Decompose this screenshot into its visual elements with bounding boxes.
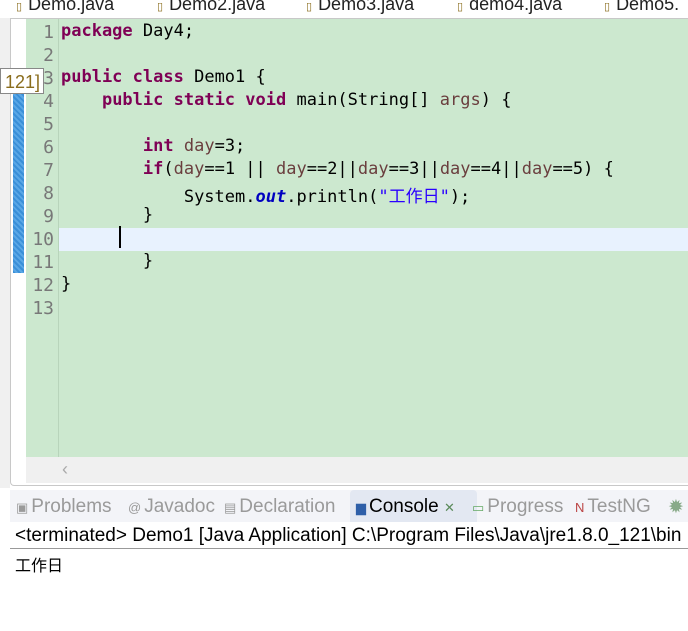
console-output: 工作日: [15, 558, 64, 575]
horizontal-scrollbar[interactable]: ‹: [26, 457, 688, 483]
current-line-highlight: [59, 228, 688, 251]
tab-label: Demo.java: [28, 0, 115, 14]
hover-tooltip: 121]: [0, 68, 44, 94]
editor-tab[interactable]: ▯ Demo5.: [604, 0, 679, 15]
code-line: }: [61, 274, 72, 294]
java-file-icon: ▯: [604, 1, 611, 13]
tab-label: demo4.java: [469, 0, 563, 14]
tab-label: Demo3.java: [318, 0, 415, 14]
editor-tab[interactable]: ▯ Demo3.java: [306, 0, 414, 15]
java-file-icon: ▯: [16, 1, 23, 13]
editor-tab[interactable]: ▯ demo4.java: [457, 0, 562, 15]
line-number: 9: [43, 206, 54, 227]
code-editor[interactable]: 1 2 3 4 5 6 7 8 9 10 11 12 13 package Da…: [10, 18, 688, 486]
at-icon: @: [128, 500, 142, 515]
tab-console[interactable]: ▆ Console ✕: [356, 496, 455, 518]
code-line: public class Demo1 {: [61, 67, 266, 87]
tab-declaration[interactable]: ▤ Declaration: [224, 496, 335, 518]
declaration-icon: ▤: [224, 500, 237, 515]
line-number: 11: [32, 252, 54, 273]
view-tab-bar: ▣ Problems @ Javadoc ▤ Declaration ▆ Console…: [10, 490, 688, 522]
text-caret: [119, 226, 121, 248]
line-number: 5: [43, 114, 54, 135]
code-line: System.out.println("工作日");: [183, 187, 471, 207]
tab-problems[interactable]: ▣ Problems: [16, 496, 112, 518]
code-area[interactable]: 1 2 3 4 5 6 7 8 9 10 11 12 13 package Da…: [26, 19, 688, 457]
code-line: package Day4;: [61, 21, 195, 41]
close-icon[interactable]: ✕: [444, 500, 455, 515]
line-number: 7: [43, 160, 54, 181]
line-number: 1: [43, 22, 54, 43]
java-file-icon: ▯: [157, 1, 164, 13]
line-number: 13: [32, 298, 54, 319]
java-file-icon: ▯: [306, 1, 313, 13]
console-header: <terminated> Demo1 [Java Application] C:…: [10, 522, 688, 549]
code-line: public static void main(String[] args) {: [101, 90, 512, 110]
line-number: 10: [32, 229, 54, 250]
editor-tab[interactable]: ▯ Demo2.java: [157, 0, 265, 15]
console-icon: ▆: [356, 500, 366, 515]
tab-label: Demo5.: [616, 0, 680, 14]
change-marker-bar: [13, 89, 24, 273]
tab-progress[interactable]: ▭ Progress: [472, 496, 563, 518]
progress-icon: ▭: [472, 500, 485, 515]
problems-icon: ▣: [16, 500, 29, 515]
editor-tab[interactable]: ▯ Demo.java: [16, 0, 114, 15]
line-number: 6: [43, 137, 54, 158]
code-line: }: [142, 205, 154, 225]
code-line: if(day==1 || day==2||day==3||day==4||day…: [142, 159, 614, 179]
tab-label: Demo2.java: [169, 0, 266, 14]
java-file-icon: ▯: [457, 1, 464, 13]
code-line: int day=3;: [142, 136, 246, 156]
tab-testng[interactable]: N TestNG: [575, 496, 651, 518]
line-number: 8: [43, 183, 54, 204]
scroll-left-icon[interactable]: ‹: [62, 459, 68, 480]
code-line: }: [142, 251, 154, 271]
line-number: 2: [43, 45, 54, 66]
editor-tab-bar: ▯ Demo.java ▯ Demo2.java ▯ Demo3.java ▯ demo…: [0, 0, 688, 18]
debug-icon[interactable]: ✹: [668, 496, 684, 519]
testng-icon: N: [575, 500, 585, 515]
tab-javadoc[interactable]: @ Javadoc: [128, 496, 215, 518]
line-number: 12: [32, 275, 54, 296]
